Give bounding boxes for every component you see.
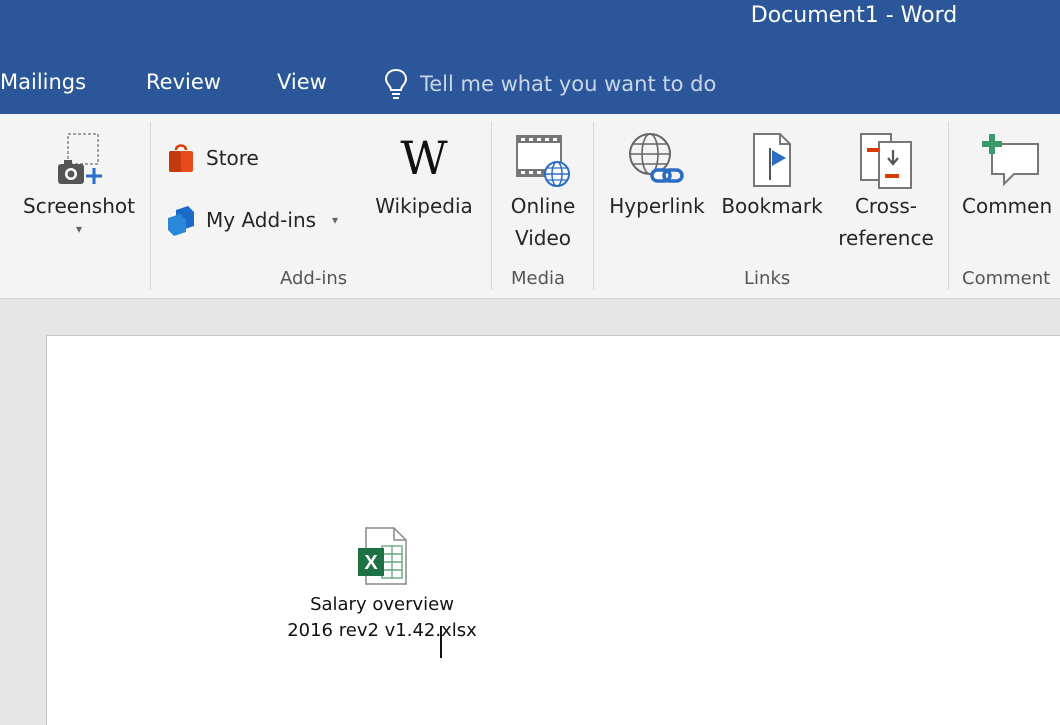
title-bar: Document1 - Word Mailings Review View Te…	[0, 0, 1060, 114]
my-addins-button[interactable]: My Add-ins ▾	[166, 204, 338, 236]
embedded-file-attachment[interactable]: X Salary overview 2016 rev2 v1.42.xlsx	[247, 526, 517, 644]
excel-file-icon: X	[358, 527, 407, 585]
tab-review[interactable]: Review	[146, 70, 221, 94]
hyperlink-button[interactable]: Hyperlink	[604, 130, 710, 222]
store-icon	[169, 144, 193, 172]
ribbon: Screenshot ▾ Store My Add-ins ▾ W Wikipe…	[0, 114, 1060, 299]
bookmark-icon	[753, 133, 791, 187]
online-video-label-line1: Online	[510, 194, 576, 218]
store-button[interactable]: Store	[166, 142, 259, 174]
wikipedia-icon: W	[400, 131, 448, 185]
wikipedia-button[interactable]: W Wikipedia	[366, 130, 482, 222]
bookmark-label: Bookmark	[721, 194, 823, 218]
cross-reference-button[interactable]: Cross- reference	[832, 130, 940, 254]
new-comment-icon	[982, 134, 1039, 187]
group-label-addins: Add-ins	[280, 268, 348, 289]
tell-me-placeholder: Tell me what you want to do	[420, 72, 717, 96]
comment-label: Commen	[962, 194, 1053, 218]
new-comment-button[interactable]: Commen	[962, 130, 1060, 222]
separator	[491, 122, 492, 290]
my-addins-icon	[168, 206, 194, 236]
online-video-label-line2: Video	[514, 226, 572, 250]
chevron-down-icon[interactable]: ▾	[332, 213, 338, 227]
tab-view[interactable]: View	[277, 70, 327, 94]
separator	[593, 122, 594, 290]
screenshot-label: Screenshot	[23, 194, 135, 218]
screenshot-icon	[58, 133, 102, 184]
group-label-links: Links	[744, 268, 791, 289]
tell-me-search[interactable]: Tell me what you want to do	[384, 66, 716, 102]
text-cursor	[440, 626, 442, 658]
lightbulb-icon	[384, 68, 408, 99]
tab-mailings[interactable]: Mailings	[0, 70, 86, 94]
hyperlink-icon	[629, 133, 684, 183]
attachment-filename-line2: 2016 rev2 v1.42.xlsx	[287, 620, 477, 641]
bookmark-button[interactable]: Bookmark	[716, 130, 828, 222]
group-label-comments: Comment	[962, 268, 1051, 289]
window-title: Document1 - Word	[750, 3, 958, 28]
group-label-media: Media	[511, 268, 566, 289]
online-video-icon	[516, 135, 570, 187]
cross-reference-label-line1: Cross-	[854, 194, 918, 218]
my-addins-label: My Add-ins	[206, 208, 317, 232]
wikipedia-label: Wikipedia	[375, 194, 473, 218]
svg-text:X: X	[364, 552, 378, 574]
separator	[948, 122, 949, 290]
online-video-button[interactable]: Online Video	[498, 130, 588, 254]
screenshot-dropdown-arrow[interactable]: ▾	[18, 222, 140, 236]
cross-reference-label-line2: reference	[838, 226, 934, 250]
hyperlink-label: Hyperlink	[609, 194, 705, 218]
cross-reference-icon	[860, 133, 912, 189]
store-label: Store	[206, 146, 259, 170]
attachment-filename-line1: Salary overview	[310, 594, 454, 615]
separator	[150, 122, 151, 290]
screenshot-button[interactable]: Screenshot ▾	[18, 130, 140, 236]
document-page[interactable]: X Salary overview 2016 rev2 v1.42.xlsx	[46, 335, 1060, 725]
